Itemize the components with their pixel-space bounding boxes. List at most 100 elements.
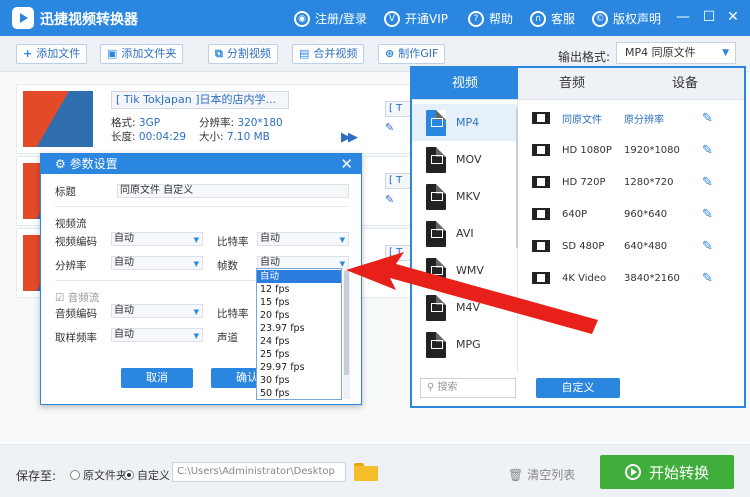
merge-icon: ▤: [299, 47, 310, 60]
caret-down-icon: ▼: [193, 260, 199, 268]
bitrate-select[interactable]: 自动 ▼: [257, 232, 349, 246]
resolution-label: 分辨率: [55, 260, 87, 272]
size-label: 大小:: [199, 131, 224, 143]
source-folder-radio[interactable]: 原文件夹: [70, 467, 127, 483]
maximize-button[interactable]: ☐: [700, 8, 718, 26]
tab-audio[interactable]: 音频: [518, 68, 626, 100]
save-path-input[interactable]: C:\Users\Administrator\Desktop: [172, 462, 346, 482]
caret-down-icon: ▼: [193, 308, 199, 316]
edit-icon[interactable]: ✎: [385, 193, 394, 206]
audio-codec-select[interactable]: 自动 ▼: [111, 304, 203, 318]
title-input[interactable]: 同原文件 自定义: [117, 184, 349, 198]
audio-codec-label: 音频编码: [55, 308, 97, 320]
fps-option[interactable]: 29.97 fps: [257, 361, 341, 374]
split-video-button[interactable]: ⧉ 分割视频: [208, 44, 278, 64]
edit-icon[interactable]: ✎: [702, 111, 713, 126]
make-gif-button[interactable]: ⊛ 制作GIF: [378, 44, 446, 64]
video-thumbnail: [23, 91, 93, 147]
edit-icon[interactable]: ✎: [702, 239, 713, 254]
option-row[interactable]: 640P 960*640 ✎: [532, 198, 744, 230]
fps-option[interactable]: 50 fps: [257, 387, 341, 400]
format-label: 格式:: [111, 117, 136, 129]
fps-option[interactable]: 23.97 fps: [257, 322, 341, 335]
fps-option[interactable]: 15 fps: [257, 296, 341, 309]
film-icon: [532, 112, 550, 124]
radio-off-icon: [70, 470, 80, 480]
merge-video-button[interactable]: ▤ 合并视频: [292, 44, 365, 64]
fps-option[interactable]: 30 fps: [257, 374, 341, 387]
video-codec-select[interactable]: 自动 ▼: [111, 232, 203, 246]
browse-folder-icon[interactable]: [354, 461, 378, 481]
file-length: 00:04:29: [138, 131, 187, 143]
close-button[interactable]: ✕: [724, 8, 742, 26]
format-mkv[interactable]: MKV: [412, 178, 517, 215]
edit-icon[interactable]: ✎: [702, 175, 713, 190]
file-name: [ Tik TokJapan ]日本的店内学...: [111, 91, 289, 109]
format-avi[interactable]: AVI: [412, 215, 517, 252]
resolution-select[interactable]: 自动 ▼: [111, 256, 203, 270]
search-icon: ⚲: [427, 382, 435, 393]
caret-down-icon: ▼: [193, 236, 199, 244]
convert-arrow-icon: ▶▶: [341, 130, 358, 145]
add-folder-button[interactable]: ▣ 添加文件夹: [100, 44, 184, 64]
fps-option[interactable]: 自动: [257, 270, 341, 283]
format-panel: 视频 音频 设备 MP4 MOV MKV AVI WMV M4V MPG 同原文…: [410, 66, 746, 408]
video-codec-label: 视频编码: [55, 236, 97, 248]
edit-icon[interactable]: ✎: [702, 271, 713, 286]
app-logo-icon: [12, 7, 34, 29]
cancel-button[interactable]: 取消: [121, 368, 193, 388]
copyright-link[interactable]: © 版权声明: [592, 10, 661, 27]
vip-link[interactable]: V 开通VIP: [384, 10, 448, 27]
fps-option[interactable]: 20 fps: [257, 309, 341, 322]
custom-folder-radio[interactable]: 自定义: [124, 467, 170, 483]
tab-device[interactable]: 设备: [626, 68, 744, 100]
option-row[interactable]: HD 720P 1280*720 ✎: [532, 166, 744, 198]
option-row[interactable]: SD 480P 640*480 ✎: [532, 230, 744, 262]
video-section-label: 视频流: [55, 218, 87, 230]
fps-scroll-thumb[interactable]: [344, 271, 349, 375]
option-row[interactable]: 4K Video 3840*2160 ✎: [532, 262, 744, 294]
start-convert-button[interactable]: 开始转换: [600, 455, 734, 489]
bottom-bar: 保存至: 原文件夹 自定义 C:\Users\Administrator\Des…: [0, 444, 750, 497]
gif-icon: ⊛: [385, 47, 395, 60]
user-icon: ◉: [294, 10, 310, 27]
file-m4v-icon: [426, 294, 446, 321]
caret-down-icon: ▼: [339, 236, 345, 244]
custom-format-button[interactable]: 自定义: [536, 378, 620, 398]
fps-option[interactable]: 12 fps: [257, 283, 341, 296]
edit-icon[interactable]: ✎: [702, 143, 713, 158]
minimize-button[interactable]: —: [674, 8, 692, 26]
resolution-label: 分辨率:: [199, 117, 235, 129]
format-mpg[interactable]: MPG: [412, 326, 517, 363]
help-icon: ?: [468, 10, 484, 27]
tab-video[interactable]: 视频: [412, 68, 518, 100]
option-row[interactable]: 同原文件 原分辨率 ✎: [532, 102, 744, 134]
output-format-select[interactable]: MP4 同原文件 ▼: [616, 42, 736, 64]
dialog-close-button[interactable]: ✕: [340, 154, 353, 174]
headset-icon: ∩: [530, 10, 546, 27]
format-search-input[interactable]: ⚲ 搜索: [420, 378, 516, 398]
audio-bitrate-label: 比特率: [217, 308, 249, 320]
file-avi-icon: [426, 220, 446, 247]
fps-option[interactable]: 24 fps: [257, 335, 341, 348]
option-row[interactable]: HD 1080P 1920*1080 ✎: [532, 134, 744, 166]
format-list-scrollbar[interactable]: [516, 108, 518, 248]
add-file-button[interactable]: + 添加文件: [16, 44, 88, 64]
format-mp4[interactable]: MP4: [412, 104, 517, 141]
fps-dropdown: 自动 12 fps 15 fps 20 fps 23.97 fps 24 fps…: [256, 268, 350, 400]
edit-icon[interactable]: ✎: [385, 121, 394, 134]
sample-rate-label: 取样频率: [55, 332, 97, 344]
format-mov[interactable]: MOV: [412, 141, 517, 178]
format-wmv[interactable]: WMV: [412, 252, 517, 289]
file-size: 7.10 MB: [226, 131, 270, 143]
audio-section-checkbox[interactable]: ☑ 音频流: [55, 290, 99, 305]
login-link[interactable]: ◉ 注册/登录: [294, 10, 367, 27]
help-link[interactable]: ? 帮助: [468, 10, 513, 27]
sample-rate-select[interactable]: 自动 ▼: [111, 328, 203, 342]
fps-option[interactable]: 25 fps: [257, 348, 341, 361]
format-m4v[interactable]: M4V: [412, 289, 517, 326]
clear-list-button[interactable]: 🗑 清空列表: [508, 466, 575, 483]
service-link[interactable]: ∩ 客服: [530, 10, 575, 27]
fps-scrollbar[interactable]: [343, 269, 350, 399]
edit-icon[interactable]: ✎: [702, 207, 713, 222]
